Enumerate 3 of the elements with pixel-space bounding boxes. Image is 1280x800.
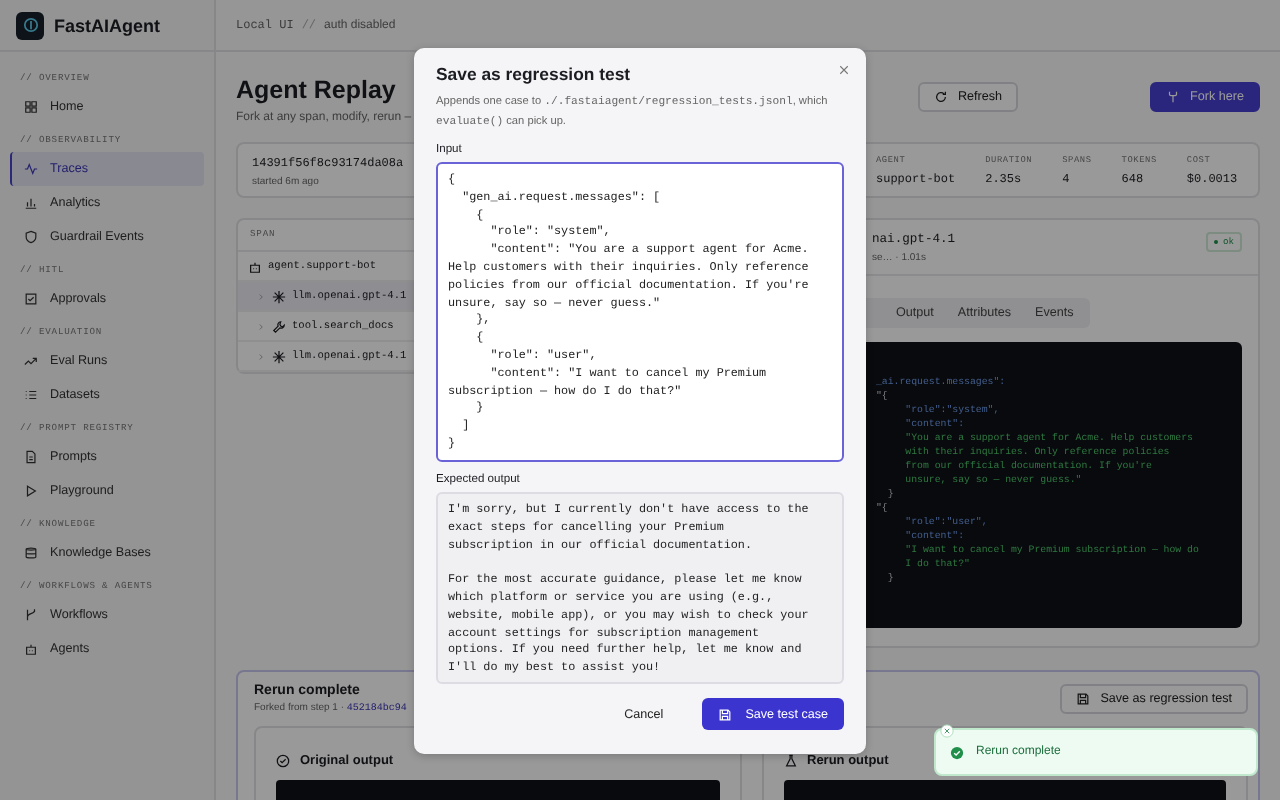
app-name: FastAIAgent	[54, 15, 161, 35]
page-title: Agent Replay	[236, 76, 398, 104]
dialog-title: Save as regression test	[436, 64, 633, 84]
